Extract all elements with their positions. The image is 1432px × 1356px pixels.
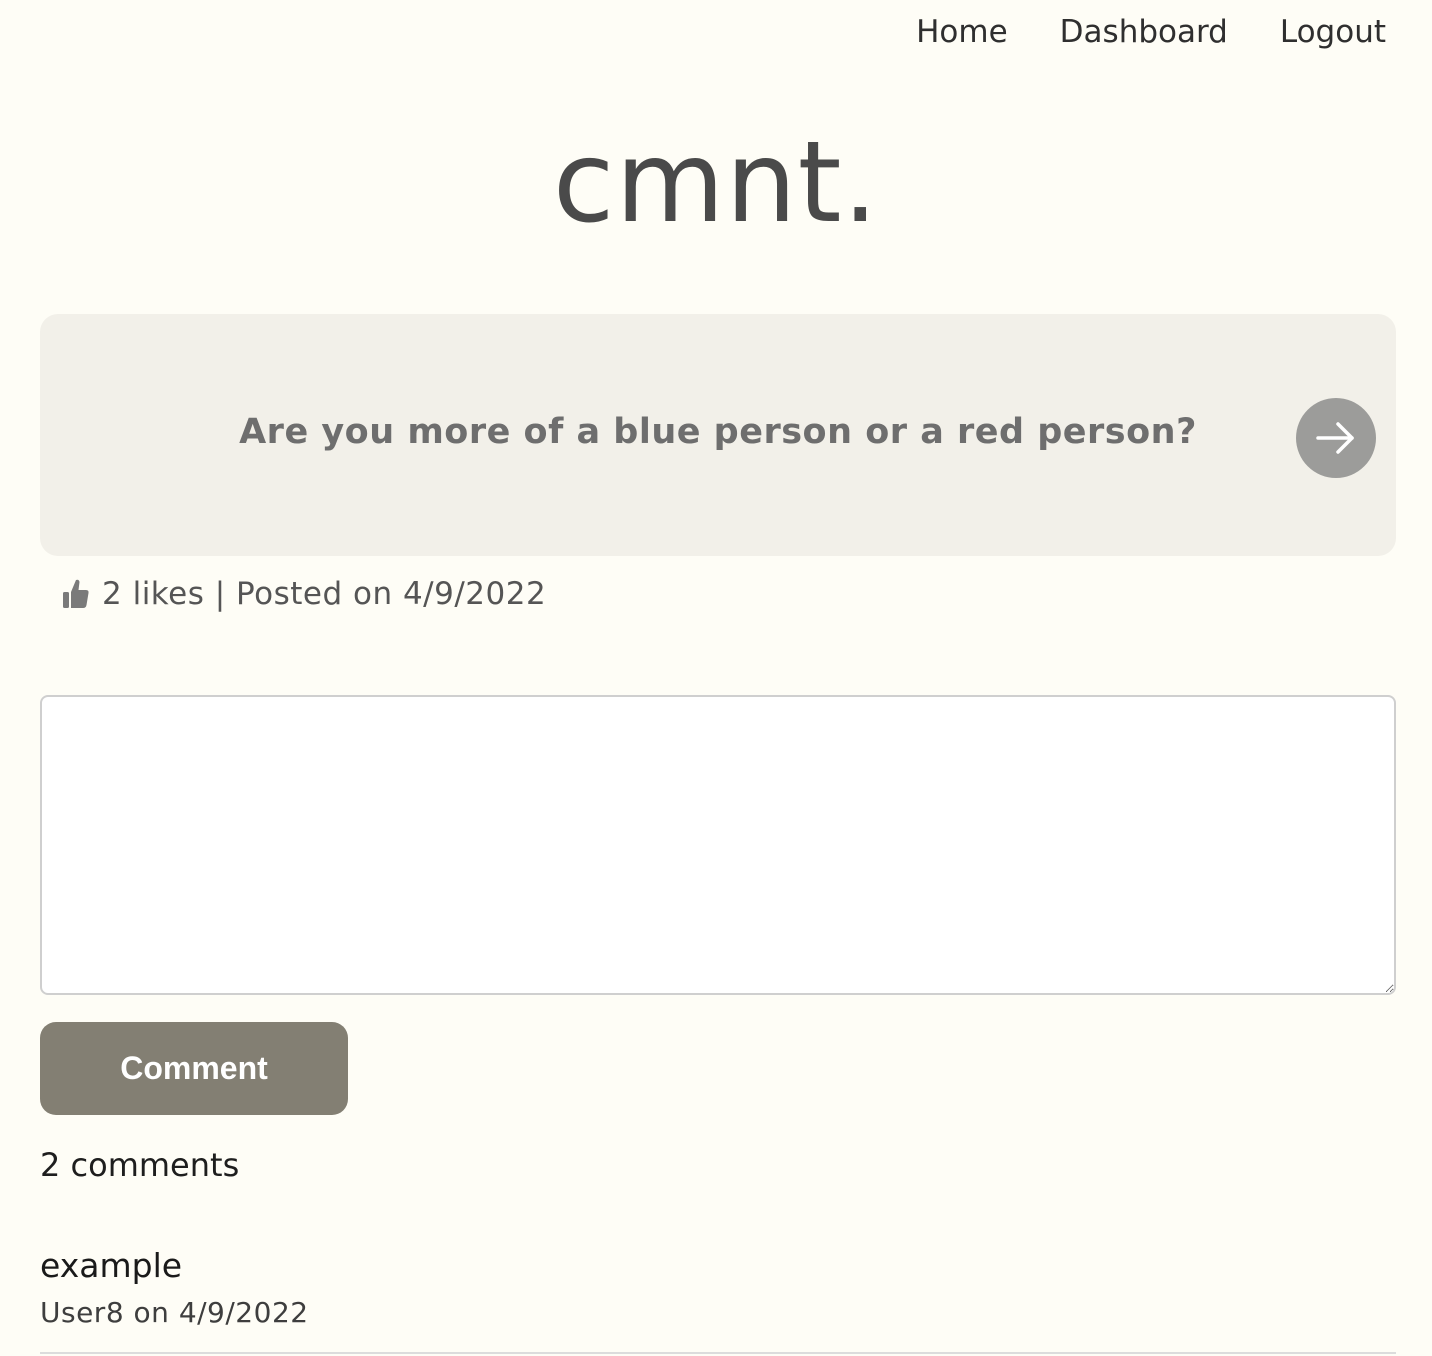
nav-home-link[interactable]: Home — [916, 14, 1008, 50]
site-logo: cmnt. — [552, 118, 880, 248]
nav-dashboard-link[interactable]: Dashboard — [1060, 14, 1228, 50]
comment-button[interactable]: Comment — [40, 1022, 348, 1115]
comment-item: example User8 on 4/9/2022 — [40, 1246, 1396, 1354]
post-meta: 2 likes | Posted on 4/9/2022 — [62, 576, 546, 612]
arrow-right-icon — [1316, 422, 1354, 454]
comment-meta: User8 on 4/9/2022 — [40, 1296, 309, 1329]
comment-textarea[interactable] — [40, 695, 1396, 995]
question-text: Are you more of a blue person or a red p… — [239, 412, 1197, 452]
question-card: Are you more of a blue person or a red p… — [40, 314, 1396, 556]
open-post-button[interactable] — [1296, 398, 1376, 478]
comment-count: 2 comments — [40, 1146, 240, 1184]
like-button[interactable] — [62, 578, 90, 610]
thumbs-up-icon — [63, 579, 89, 608]
top-nav: Home Dashboard Logout — [916, 14, 1386, 50]
comment-body: example — [40, 1246, 183, 1285]
post-meta-text: 2 likes | Posted on 4/9/2022 — [102, 576, 547, 612]
nav-logout-link[interactable]: Logout — [1280, 14, 1386, 50]
